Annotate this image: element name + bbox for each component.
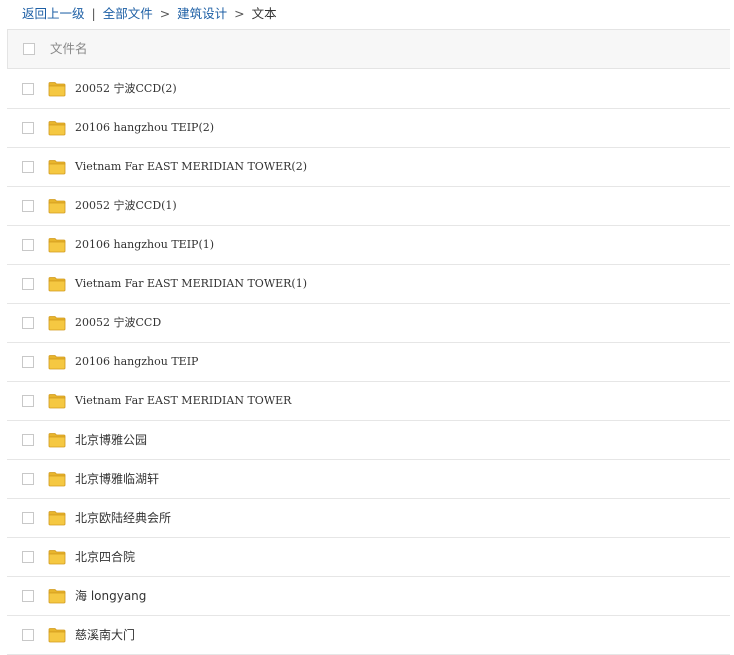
back-link[interactable]: 返回上一级 [22,6,85,21]
folder-icon[interactable] [48,120,66,136]
file-row[interactable]: 20106 hangzhou TEIP(2) [7,109,730,148]
row-checkbox[interactable] [22,83,34,95]
row-checkbox[interactable] [22,473,34,485]
file-row[interactable]: 北京博雅临湖轩 [7,460,730,499]
file-name[interactable]: 20052 宁波CCD(1) [75,187,177,225]
folder-icon[interactable] [48,549,66,565]
breadcrumb-current: 文本 [251,6,277,21]
folder-icon[interactable] [48,510,66,526]
folder-icon[interactable] [48,627,66,643]
file-name[interactable]: Vietnam Far EAST MERIDIAN TOWER(2) [75,148,307,186]
column-header-filename[interactable]: 文件名 [50,30,88,68]
file-list-header: 文件名 [7,29,730,69]
file-name[interactable]: 北京博雅公园 [75,421,147,459]
row-checkbox[interactable] [22,122,34,134]
file-name[interactable]: 慈溪南大门 [75,616,135,654]
file-name[interactable]: 20106 hangzhou TEIP(1) [75,226,214,264]
file-name[interactable]: 北京博雅临湖轩 [75,460,159,498]
row-checkbox[interactable] [22,356,34,368]
file-name[interactable]: Vietnam Far EAST MERIDIAN TOWER [75,382,291,420]
row-checkbox[interactable] [22,551,34,563]
file-row[interactable]: 20052 宁波CCD(1) [7,187,730,226]
folder-link[interactable]: 建筑设计 [177,6,227,21]
breadcrumb: 返回上一级 | 全部文件 > 建筑设计 > 文本 [22,4,277,24]
file-row[interactable]: Vietnam Far EAST MERIDIAN TOWER [7,382,730,421]
folder-icon[interactable] [48,354,66,370]
file-row[interactable]: Vietnam Far EAST MERIDIAN TOWER(2) [7,148,730,187]
file-list: 20052 宁波CCD(2) 20106 hangzhou TEIP(2) Viet… [7,70,730,655]
file-row[interactable]: 北京欧陆经典会所 [7,499,730,538]
file-name[interactable]: 20106 hangzhou TEIP(2) [75,109,214,147]
all-files-link[interactable]: 全部文件 [103,6,153,21]
file-name[interactable]: 20106 hangzhou TEIP [75,343,198,381]
file-name[interactable]: Vietnam Far EAST MERIDIAN TOWER(1) [75,265,307,303]
file-name[interactable]: 海 longyang [75,577,146,615]
breadcrumb-separator: > [234,6,245,21]
row-checkbox[interactable] [22,629,34,641]
file-row[interactable]: 20106 hangzhou TEIP(1) [7,226,730,265]
file-row[interactable]: 北京四合院 [7,538,730,577]
file-row[interactable]: 慈溪南大门 [7,616,730,655]
row-checkbox[interactable] [22,239,34,251]
file-row[interactable]: 20052 宁波CCD(2) [7,70,730,109]
folder-icon[interactable] [48,81,66,97]
folder-icon[interactable] [48,393,66,409]
row-checkbox[interactable] [22,395,34,407]
file-row[interactable]: 20052 宁波CCD [7,304,730,343]
file-row[interactable]: 海 longyang [7,577,730,616]
select-all-checkbox[interactable] [23,43,35,55]
row-checkbox[interactable] [22,200,34,212]
row-checkbox[interactable] [22,278,34,290]
folder-icon[interactable] [48,198,66,214]
row-checkbox[interactable] [22,434,34,446]
row-checkbox[interactable] [22,590,34,602]
file-name[interactable]: 北京四合院 [75,538,135,576]
folder-icon[interactable] [48,159,66,175]
folder-icon[interactable] [48,315,66,331]
breadcrumb-divider: | [91,6,96,21]
folder-icon[interactable] [48,471,66,487]
folder-icon[interactable] [48,432,66,448]
folder-icon[interactable] [48,588,66,604]
file-name[interactable]: 20052 宁波CCD [75,304,161,342]
file-row[interactable]: 20106 hangzhou TEIP [7,343,730,382]
row-checkbox[interactable] [22,512,34,524]
row-checkbox[interactable] [22,161,34,173]
folder-icon[interactable] [48,276,66,292]
file-row[interactable]: 北京博雅公园 [7,421,730,460]
file-name[interactable]: 北京欧陆经典会所 [75,499,171,537]
file-name[interactable]: 20052 宁波CCD(2) [75,70,177,108]
breadcrumb-separator: > [159,6,171,21]
file-row[interactable]: Vietnam Far EAST MERIDIAN TOWER(1) [7,265,730,304]
row-checkbox[interactable] [22,317,34,329]
folder-icon[interactable] [48,237,66,253]
